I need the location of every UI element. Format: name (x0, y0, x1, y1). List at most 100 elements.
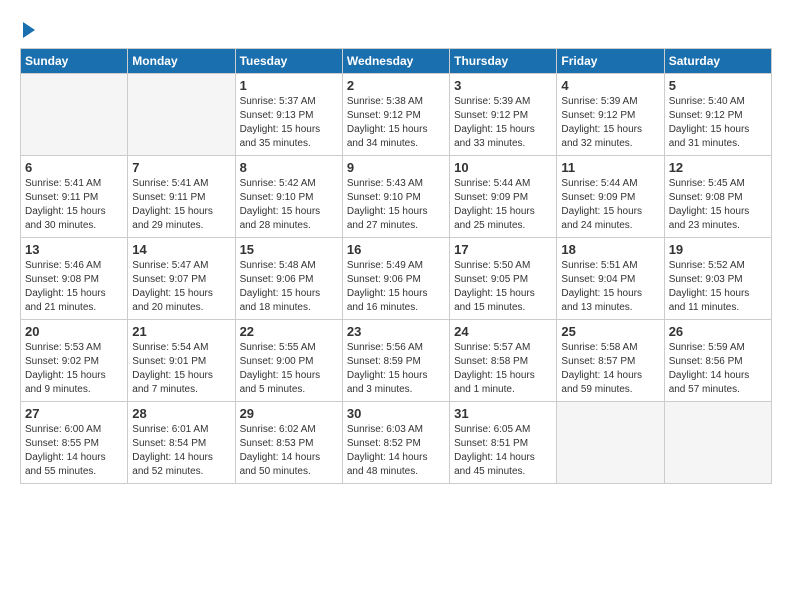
day-number: 13 (25, 242, 123, 257)
calendar-cell: 6 Sunrise: 5:41 AM Sunset: 9:11 PM Daylig… (21, 156, 128, 238)
calendar-cell: 3 Sunrise: 5:39 AM Sunset: 9:12 PM Daylig… (450, 74, 557, 156)
day-info: Sunrise: 5:53 AM Sunset: 9:02 PM Dayligh… (25, 341, 123, 397)
day-number: 19 (669, 242, 767, 257)
calendar-header-row: SundayMondayTuesdayWednesdayThursdayFrid… (21, 49, 772, 74)
day-info: Sunrise: 6:02 AM Sunset: 8:53 PM Dayligh… (240, 423, 338, 479)
day-info: Sunrise: 5:46 AM Sunset: 9:08 PM Dayligh… (25, 259, 123, 315)
calendar-cell: 29 Sunrise: 6:02 AM Sunset: 8:53 PM Dayli… (235, 402, 342, 484)
day-number: 14 (132, 242, 230, 257)
day-info: Sunrise: 6:05 AM Sunset: 8:51 PM Dayligh… (454, 423, 552, 479)
day-number: 21 (132, 324, 230, 339)
calendar-cell (557, 402, 664, 484)
day-number: 25 (561, 324, 659, 339)
day-number: 12 (669, 160, 767, 175)
calendar-cell: 23 Sunrise: 5:56 AM Sunset: 8:59 PM Dayli… (342, 320, 449, 402)
day-number: 8 (240, 160, 338, 175)
day-info: Sunrise: 5:38 AM Sunset: 9:12 PM Dayligh… (347, 95, 445, 151)
header-sunday: Sunday (21, 49, 128, 74)
calendar-cell: 16 Sunrise: 5:49 AM Sunset: 9:06 PM Dayli… (342, 238, 449, 320)
day-number: 5 (669, 78, 767, 93)
calendar-cell: 25 Sunrise: 5:58 AM Sunset: 8:57 PM Dayli… (557, 320, 664, 402)
calendar-cell: 8 Sunrise: 5:42 AM Sunset: 9:10 PM Daylig… (235, 156, 342, 238)
calendar-cell: 27 Sunrise: 6:00 AM Sunset: 8:55 PM Dayli… (21, 402, 128, 484)
logo-arrow-icon (23, 22, 35, 38)
day-info: Sunrise: 5:39 AM Sunset: 9:12 PM Dayligh… (561, 95, 659, 151)
calendar-week-row: 13 Sunrise: 5:46 AM Sunset: 9:08 PM Dayli… (21, 238, 772, 320)
day-info: Sunrise: 5:41 AM Sunset: 9:11 PM Dayligh… (132, 177, 230, 233)
calendar-cell: 26 Sunrise: 5:59 AM Sunset: 8:56 PM Dayli… (664, 320, 771, 402)
day-number: 6 (25, 160, 123, 175)
calendar-cell: 30Sunrise: 6:03 AM Sunset: 8:52 PM Dayli… (342, 402, 449, 484)
day-info: Sunrise: 5:43 AM Sunset: 9:10 PM Dayligh… (347, 177, 445, 233)
day-info: Sunrise: 5:44 AM Sunset: 9:09 PM Dayligh… (454, 177, 552, 233)
calendar-cell: 5 Sunrise: 5:40 AM Sunset: 9:12 PM Daylig… (664, 74, 771, 156)
page-header (20, 20, 772, 38)
logo (20, 20, 37, 38)
calendar-cell: 10 Sunrise: 5:44 AM Sunset: 9:09 PM Dayli… (450, 156, 557, 238)
calendar-cell (128, 74, 235, 156)
calendar-cell: 4 Sunrise: 5:39 AM Sunset: 9:12 PM Daylig… (557, 74, 664, 156)
header-wednesday: Wednesday (342, 49, 449, 74)
day-number: 17 (454, 242, 552, 257)
calendar-week-row: 20 Sunrise: 5:53 AM Sunset: 9:02 PM Dayli… (21, 320, 772, 402)
calendar-cell: 31 Sunrise: 6:05 AM Sunset: 8:51 PM Dayli… (450, 402, 557, 484)
day-info: Sunrise: 5:54 AM Sunset: 9:01 PM Dayligh… (132, 341, 230, 397)
calendar-week-row: 6 Sunrise: 5:41 AM Sunset: 9:11 PM Daylig… (21, 156, 772, 238)
calendar-cell: 14 Sunrise: 5:47 AM Sunset: 9:07 PM Dayli… (128, 238, 235, 320)
calendar-cell: 20 Sunrise: 5:53 AM Sunset: 9:02 PM Dayli… (21, 320, 128, 402)
day-info: Sunrise: 5:42 AM Sunset: 9:10 PM Dayligh… (240, 177, 338, 233)
day-number: 10 (454, 160, 552, 175)
calendar-cell: 2 Sunrise: 5:38 AM Sunset: 9:12 PM Daylig… (342, 74, 449, 156)
calendar-cell: 7 Sunrise: 5:41 AM Sunset: 9:11 PM Daylig… (128, 156, 235, 238)
day-number: 23 (347, 324, 445, 339)
day-number: 3 (454, 78, 552, 93)
day-number: 29 (240, 406, 338, 421)
day-info: Sunrise: 5:39 AM Sunset: 9:12 PM Dayligh… (454, 95, 552, 151)
day-info: Sunrise: 5:49 AM Sunset: 9:06 PM Dayligh… (347, 259, 445, 315)
day-number: 11 (561, 160, 659, 175)
day-info: Sunrise: 5:40 AM Sunset: 9:12 PM Dayligh… (669, 95, 767, 151)
day-number: 7 (132, 160, 230, 175)
calendar-cell: 22Sunrise: 5:55 AM Sunset: 9:00 PM Dayli… (235, 320, 342, 402)
day-number: 31 (454, 406, 552, 421)
calendar-week-row: 27 Sunrise: 6:00 AM Sunset: 8:55 PM Dayli… (21, 402, 772, 484)
day-number: 1 (240, 78, 338, 93)
day-number: 2 (347, 78, 445, 93)
day-info: Sunrise: 5:58 AM Sunset: 8:57 PM Dayligh… (561, 341, 659, 397)
day-number: 15 (240, 242, 338, 257)
calendar-cell (21, 74, 128, 156)
day-info: Sunrise: 6:00 AM Sunset: 8:55 PM Dayligh… (25, 423, 123, 479)
day-info: Sunrise: 5:56 AM Sunset: 8:59 PM Dayligh… (347, 341, 445, 397)
day-info: Sunrise: 5:47 AM Sunset: 9:07 PM Dayligh… (132, 259, 230, 315)
day-info: Sunrise: 6:03 AM Sunset: 8:52 PM Dayligh… (347, 423, 445, 479)
calendar-cell: 9 Sunrise: 5:43 AM Sunset: 9:10 PM Daylig… (342, 156, 449, 238)
day-number: 26 (669, 324, 767, 339)
calendar-cell: 17Sunrise: 5:50 AM Sunset: 9:05 PM Dayli… (450, 238, 557, 320)
header-friday: Friday (557, 49, 664, 74)
calendar-cell: 24 Sunrise: 5:57 AM Sunset: 8:58 PM Dayli… (450, 320, 557, 402)
day-number: 4 (561, 78, 659, 93)
day-number: 27 (25, 406, 123, 421)
header-thursday: Thursday (450, 49, 557, 74)
day-info: Sunrise: 5:51 AM Sunset: 9:04 PM Dayligh… (561, 259, 659, 315)
calendar-cell: 19Sunrise: 5:52 AM Sunset: 9:03 PM Dayli… (664, 238, 771, 320)
calendar-cell: 15Sunrise: 5:48 AM Sunset: 9:06 PM Dayli… (235, 238, 342, 320)
calendar-cell: 11Sunrise: 5:44 AM Sunset: 9:09 PM Dayli… (557, 156, 664, 238)
day-number: 18 (561, 242, 659, 257)
day-info: Sunrise: 5:45 AM Sunset: 9:08 PM Dayligh… (669, 177, 767, 233)
calendar-cell: 28 Sunrise: 6:01 AM Sunset: 8:54 PM Dayli… (128, 402, 235, 484)
day-number: 9 (347, 160, 445, 175)
day-number: 24 (454, 324, 552, 339)
day-number: 22 (240, 324, 338, 339)
day-number: 20 (25, 324, 123, 339)
day-number: 16 (347, 242, 445, 257)
calendar-cell: 12 Sunrise: 5:45 AM Sunset: 9:08 PM Dayli… (664, 156, 771, 238)
calendar-cell: 1Sunrise: 5:37 AM Sunset: 9:13 PM Daylig… (235, 74, 342, 156)
day-number: 28 (132, 406, 230, 421)
day-info: Sunrise: 5:59 AM Sunset: 8:56 PM Dayligh… (669, 341, 767, 397)
day-info: Sunrise: 5:41 AM Sunset: 9:11 PM Dayligh… (25, 177, 123, 233)
calendar-cell (664, 402, 771, 484)
calendar-table: SundayMondayTuesdayWednesdayThursdayFrid… (20, 48, 772, 484)
day-info: Sunrise: 6:01 AM Sunset: 8:54 PM Dayligh… (132, 423, 230, 479)
day-info: Sunrise: 5:57 AM Sunset: 8:58 PM Dayligh… (454, 341, 552, 397)
